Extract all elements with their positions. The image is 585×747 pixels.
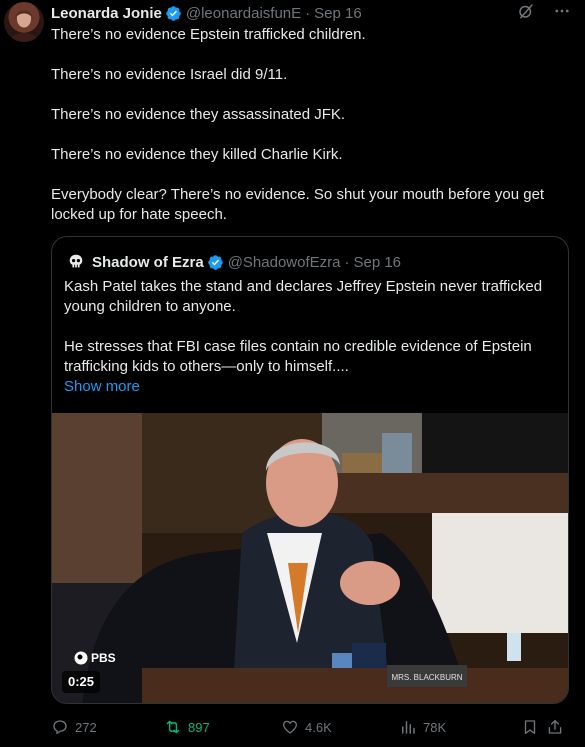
views-button[interactable]: 78K [399,718,521,736]
bookmark-icon [524,720,536,735]
quoted-header: Shadow of Ezra @ShadowofEzra · Sep 16 [66,251,401,273]
author-name[interactable]: Leonarda Jonie [51,5,162,22]
nameplate-text: MRS. BLACKBURN [391,673,462,682]
quoted-post[interactable]: Shadow of Ezra @ShadowofEzra · Sep 16 Ka… [51,236,569,704]
skull-avatar-icon [69,254,83,268]
post-paragraph: There’s no evidence they killed Charlie … [51,146,343,163]
reply-button[interactable]: 272 [51,718,164,736]
separator: · [344,253,350,271]
post-date[interactable]: Sep 16 [314,5,362,22]
verified-badge-icon[interactable] [165,5,182,22]
author-avatar[interactable] [4,2,44,42]
post-paragraph: There’s no evidence Epstein trafficked c… [51,26,366,43]
post-text: There’s no evidence Epstein trafficked c… [51,25,566,225]
verified-badge-icon[interactable] [207,254,224,271]
grok-icon[interactable] [517,2,535,24]
share-icon [548,719,562,734]
post-header: Leonarda Jonie @leonardaisfunE · Sep 16 [51,3,571,23]
separator: · [305,4,311,22]
quoted-author-name[interactable]: Shadow of Ezra [92,254,204,271]
repost-button[interactable]: 897 [164,718,281,736]
quoted-avatar[interactable] [66,252,86,272]
like-count: 4.6K [305,719,332,735]
pbs-logo-icon [74,651,88,665]
bookmark-button[interactable] [521,718,546,736]
pbs-watermark-text: PBS [91,651,116,665]
repost-icon [166,720,180,734]
show-more-link[interactable]: Show more [64,377,559,397]
post-paragraph: Everybody clear? There’s no evidence. So… [51,186,545,223]
quoted-paragraph: Kash Patel takes the stand and declares … [64,278,543,315]
views-count: 78K [423,719,447,735]
share-button[interactable] [546,718,568,736]
post-actions: 272 897 4.6K 78K [51,714,571,740]
author-handle[interactable]: @leonardaisfunE [186,5,301,22]
reply-icon [53,720,67,735]
video-player[interactable]: MRS. BLACKBURN PBS 0:25 [52,413,568,703]
quoted-author-handle[interactable]: @ShadowofEzra [228,254,341,271]
post-paragraph: There’s no evidence Israel did 9/11. [51,66,288,83]
heart-icon [282,720,298,734]
like-button[interactable]: 4.6K [281,718,399,736]
video-frame-image: MRS. BLACKBURN [52,413,568,703]
profile-photo-avatar-icon [10,10,38,42]
post[interactable]: Leonarda Jonie @leonardaisfunE · Sep 16 … [0,0,585,747]
video-duration-badge: 0:25 [62,671,101,693]
quoted-date[interactable]: Sep 16 [353,254,401,271]
repost-count: 897 [188,719,210,735]
quoted-paragraph: He stresses that FBI case files contain … [64,338,532,375]
more-options-icon[interactable] [553,2,571,24]
quoted-text: Kash Patel takes the stand and declares … [64,277,559,397]
reply-count: 272 [75,719,97,735]
post-paragraph: There’s no evidence they assassinated JF… [51,106,346,123]
pbs-watermark: PBS [74,651,116,665]
header-actions [517,2,571,24]
views-chart-icon [402,721,415,734]
